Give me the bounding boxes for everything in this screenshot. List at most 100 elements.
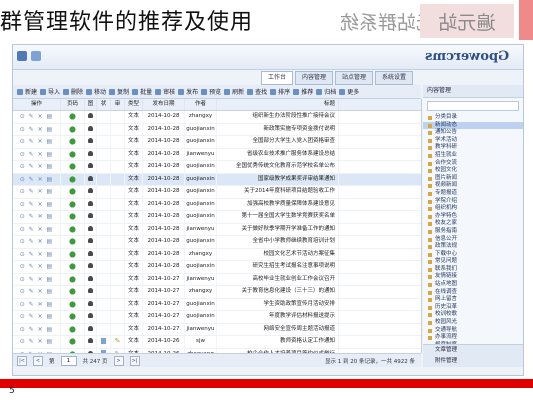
cell-title[interactable]: 加强高校教学质量保障体系建设意见 [217,198,339,210]
tab-1[interactable]: 内容管理 [295,71,334,85]
tree-search-input[interactable] [427,101,519,111]
toolbar-button-13[interactable]: 归档 [316,87,336,96]
toolbar-button-7[interactable]: 发布 [178,87,198,96]
table-row[interactable]: ⊙ ✎ ✕ ▤ ⬤ 文本 2014-10-28 guojianxin 加强高校教学质量保障… [13,198,421,211]
tree-item[interactable]: 信息公开 [423,236,523,244]
tree-item[interactable]: 组织机构 [423,205,523,213]
tree-item[interactable]: 视频新闻 [423,182,523,190]
row-action-icons[interactable]: ⊙ ✎ ✕ ▤ [20,263,53,270]
tree-item[interactable]: 校园文化 [423,167,523,175]
row-action-icons[interactable]: ⊙ ✎ ✕ ▤ [20,251,53,258]
table-row[interactable]: ⊙ ✎ ✕ ▤ ⬤ 文本 2014-10-27 guojianxin 学生资助政策宣传月活… [13,298,421,311]
row-action-icons[interactable]: ⊙ ✎ ✕ ▤ [20,188,53,195]
cell-title[interactable]: 组织新生办法阶段性推广接待会议 [217,111,339,123]
page-input[interactable]: 1 [60,355,77,366]
tree-item[interactable]: 分类目录 [423,114,523,122]
edit-pen-icon[interactable]: ✎ [115,337,121,345]
grid-column-header[interactable]: 状 [97,99,111,110]
tree-item[interactable]: 办事流程 [423,334,523,342]
toolbar-button-12[interactable]: 推荐 [293,87,313,96]
table-row[interactable]: ⊙ ✎ ✕ ▤ ⬤ 文本 2014-10-27 jianwenyu 高校毕业生就业创业工作… [13,273,421,286]
table-row[interactable]: ⊙ ✎ ✕ ▤ ⬤ 文本 2014-10-27 guojianxin 年度教学评估材料报送… [13,311,421,324]
table-row[interactable]: ⊙ ✎ ✕ ▤ ⬤ 文本 2014-10-28 guojianxin 新政策实施专项资金拨… [13,123,421,136]
table-row[interactable]: ⊙ ✎ ✕ ▤ ⬤ 文本 2014-10-27 jianwenyu 网络安全宣传周主题活动… [13,323,421,336]
toolbar-button-1[interactable]: 导入 [40,87,60,96]
tree-item[interactable]: 站点地图 [423,281,523,289]
table-row[interactable]: ⊙ ✎ ✕ ▤ ⬤ 文本 2014-10-28 zhangxy 校园文化艺术节活动方案征集 [13,248,421,261]
table-row[interactable]: ⊙ ✎ ✕ ▤ ⬤ 文本 2014-10-28 guojianxin 关于2014年度科研… [13,186,421,199]
tree-item[interactable]: 政策法规 [423,243,523,251]
cell-title[interactable]: 省级农业技术推广服务体系建设总结 [217,148,339,160]
toolbar-button-3[interactable]: 移动 [86,87,106,96]
toolbar-button-0[interactable]: 新建 [17,87,37,96]
row-action-icons[interactable]: ⊙ ✎ ✕ ▤ [20,338,53,345]
prev-page-button[interactable]: < [33,355,43,366]
table-row[interactable]: ⊙ ✎ ✕ ▤ ⬤ 文本 2014-10-28 guojianxin 全国优秀传统文化教育… [13,161,421,174]
tree-item[interactable]: 招生就业 [423,152,523,160]
row-action-icons[interactable]: ⊙ ✎ ✕ ▤ [20,326,53,333]
cell-title[interactable]: 年度教学评估材料报送提示 [217,311,339,323]
tree-item[interactable]: 校训校歌 [423,311,523,319]
toolbar-button-14[interactable]: 更多 [339,87,359,96]
table-row[interactable]: ⊙ ✎ ✕ ▤ ⬤ 文本 2014-10-28 jianwenyu 省级农业技术推广服务体… [13,148,421,161]
grid-column-header[interactable]: 作者 [185,99,217,110]
row-action-icons[interactable]: ⊙ ✎ ✕ ▤ [20,151,53,158]
row-action-icons[interactable]: ⊙ ✎ ✕ ▤ [20,213,53,220]
table-row[interactable]: ⊙ ✎ ✕ ▤ ⬤ 文本 2014-10-28 guojianxin 全国部分大学生入党入… [13,136,421,149]
tree-item[interactable]: 校友之家 [423,220,523,228]
row-action-icons[interactable]: ⊙ ✎ ✕ ▤ [20,176,53,183]
cell-title[interactable]: 研究生招生考试报名注意事项说明 [217,261,339,273]
row-action-icons[interactable]: ⊙ ✎ ✕ ▤ [20,226,53,233]
tab-0[interactable]: 工作台 [261,71,294,85]
toolbar-button-5[interactable]: 批量 [132,87,152,96]
table-row[interactable]: ⊙ ✎ ✕ ▤ ⬤ 文本 2014-10-28 guojianxin 国家级教学成果奖评审… [13,173,421,186]
cell-title[interactable]: 全国部分大学生入党入团资格审查 [217,136,339,148]
grid-column-header[interactable]: 标题 [217,99,339,110]
row-action-icons[interactable]: ⊙ ✎ ✕ ▤ [20,201,53,208]
row-action-icons[interactable]: ⊙ ✎ ✕ ▤ [20,138,53,145]
table-row[interactable]: ⊙ ✎ ✕ ▤ ⬤ 文本 2014-10-28 zhangxy 组织新生办法阶段性推广接待… [13,111,421,124]
table-row[interactable]: ⊙ ✎ ✕ ▤ ⬤ 文本 2014-10-28 guojianxin 全省中小学教师继续教… [13,236,421,249]
grid-column-header[interactable]: 操作 [13,99,61,110]
tree-item[interactable]: 网上留言 [423,296,523,304]
toolbar-button-9[interactable]: 刷新 [224,87,244,96]
table-row[interactable]: ⊙ ✎ ✕ ▤ ⬤ 文本 2014-10-28 guojianxin 第十一届全国大学生数… [13,211,421,224]
tree-item[interactable]: 学院介绍 [423,198,523,206]
tree-item[interactable]: 教学科研 [423,144,523,152]
grid-column-header[interactable]: 发布日期 [143,99,185,110]
tab-2[interactable]: 站点管理 [335,71,374,85]
table-row[interactable]: ⊙ ✎ ✕ ▤ ⬤ ✎ 文本 2014-10-26 sjw 教师资格认定工作通知 [13,336,421,349]
toolbar-button-8[interactable]: 预览 [201,87,221,96]
cell-title[interactable]: 第十一届全国大学生数学竞赛获奖名单 [217,211,339,223]
grid-column-header[interactable]: 类型 [125,99,143,110]
row-action-icons[interactable]: ⊙ ✎ ✕ ▤ [20,276,53,283]
toolbar-button-4[interactable]: 复制 [109,87,129,96]
tree-item[interactable]: 专题报道 [423,190,523,198]
next-page-button[interactable]: > [113,355,124,366]
first-page-button[interactable]: |< [17,355,27,366]
row-action-icons[interactable]: ⊙ ✎ ✕ ▤ [20,288,53,295]
row-action-icons[interactable]: ⊙ ✎ ✕ ▤ [20,126,53,133]
tree-bottom-item-articles[interactable]: 文章管理 [423,345,523,356]
tree-item[interactable]: 通知公告 [423,129,523,137]
cell-title[interactable]: 关于教育信息化建设（三十三）的通知 [217,286,339,298]
tree-item[interactable]: 常见问题 [423,258,523,266]
cell-title[interactable]: 新政策实施专项资金拨付说明 [217,123,339,135]
cell-title[interactable]: 校园文化艺术节活动方案征集 [217,248,339,260]
toolbar-button-11[interactable]: 排序 [270,87,290,96]
table-row[interactable]: ⊙ ✎ ✕ ▤ ⬤ 文本 2014-10-28 guojianxin 研究生招生考试报名注… [13,261,421,274]
table-row[interactable]: ⊙ ✎ ✕ ▤ ⬤ 文本 2014-10-27 zhangxy 关于教育信息化建设（三十三… [13,286,421,299]
row-action-icons[interactable]: ⊙ ✎ ✕ ▤ [20,163,53,170]
cell-title[interactable]: 高校毕业生就业创业工作会议召开 [217,273,339,285]
cell-title[interactable]: 全省中小学教师继续教育培训计划 [217,236,339,248]
cell-title[interactable]: 学生资助政策宣传月活动安排 [217,298,339,310]
table-row[interactable]: ⊙ ✎ ✕ ▤ ⬤ 文本 2014-10-28 jianwenyu 关于做好秋季学期开学准… [13,223,421,236]
grid-column-header[interactable]: 页码 [61,99,85,110]
toolbar-button-2[interactable]: 删除 [63,87,83,96]
cell-title[interactable]: 网络安全宣传周主题活动报道 [217,323,339,335]
row-action-icons[interactable]: ⊙ ✎ ✕ ▤ [20,301,53,308]
tree-item[interactable]: 友情链接 [423,273,523,281]
last-page-button[interactable]: >| [129,355,140,366]
cell-title[interactable]: 关于做好秋季学期开学准备工作的通知 [217,223,339,235]
cell-title[interactable]: 关于2014年度科研项目结题验收工作 [217,186,339,198]
